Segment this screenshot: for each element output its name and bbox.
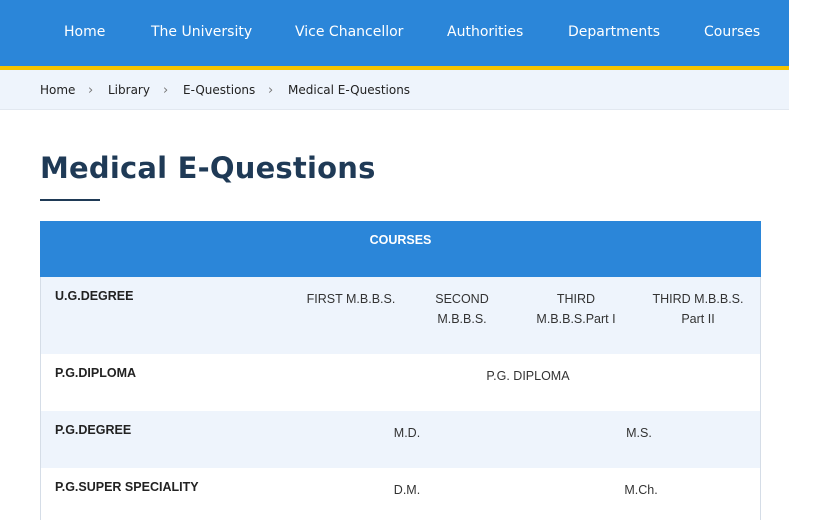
breadcrumb-current: Medical E-Questions xyxy=(288,83,411,97)
nav-the-university[interactable]: The University xyxy=(151,0,252,66)
breadcrumb-separator-icon: › xyxy=(88,83,94,98)
breadcrumb-separator-icon: › xyxy=(268,83,274,98)
course-link-pg-diploma[interactable]: P.G. DIPLOMA xyxy=(468,366,588,386)
page-title: Medical E-Questions xyxy=(40,151,376,185)
course-link-mch[interactable]: M.Ch. xyxy=(601,480,681,500)
table-row-ug-degree: U.G.DEGREE FIRST M.B.B.S. SECOND M.B.B.S… xyxy=(40,277,761,354)
table-right-border xyxy=(760,277,761,520)
table-row-pg-diploma: P.G.DIPLOMA P.G. DIPLOMA xyxy=(40,354,761,411)
nav-authorities[interactable]: Authorities xyxy=(447,0,523,66)
row-label: P.G.SUPER SPECIALITY xyxy=(55,480,199,494)
row-label: P.G.DEGREE xyxy=(55,423,132,437)
course-link-third-mbbs-part-1[interactable]: THIRD M.B.B.S.Part I xyxy=(526,289,626,329)
table-row-pg-super-speciality: P.G.SUPER SPECIALITY D.M. M.Ch. xyxy=(40,468,761,520)
nav-departments[interactable]: Departments xyxy=(568,0,660,66)
course-link-third-mbbs-part-2[interactable]: THIRD M.B.B.S. Part II xyxy=(644,289,752,329)
row-label: U.G.DEGREE xyxy=(55,289,134,303)
nav-vice-chancellor[interactable]: Vice Chancellor xyxy=(295,0,403,66)
table-row-pg-degree: P.G.DEGREE M.D. M.S. xyxy=(40,411,761,468)
breadcrumb-e-questions[interactable]: E-Questions xyxy=(183,70,255,110)
breadcrumb-library[interactable]: Library xyxy=(108,70,150,110)
breadcrumb-separator-icon: › xyxy=(163,83,169,98)
course-link-ms[interactable]: M.S. xyxy=(599,423,679,443)
top-navigation: Home The University Vice Chancellor Auth… xyxy=(0,0,789,66)
title-underline xyxy=(40,199,100,201)
course-link-second-mbbs[interactable]: SECOND M.B.B.S. xyxy=(418,289,506,329)
table-header: COURSES xyxy=(40,221,761,277)
nav-home[interactable]: Home xyxy=(64,0,105,66)
breadcrumb-home[interactable]: Home xyxy=(40,70,75,110)
table-left-border xyxy=(40,277,41,520)
course-link-dm[interactable]: D.M. xyxy=(367,480,447,500)
course-link-text[interactable]: FIRST M.B.B.S. xyxy=(307,292,396,306)
course-link-md[interactable]: M.D. xyxy=(367,423,447,443)
breadcrumb: Home › Library › E-Questions › Medical E… xyxy=(0,70,789,110)
nav-courses[interactable]: Courses xyxy=(704,0,760,66)
row-label: P.G.DIPLOMA xyxy=(55,366,137,380)
course-link-first-mbbs[interactable]: FIRST M.B.B.S. xyxy=(298,289,404,309)
courses-table: COURSES U.G.DEGREE FIRST M.B.B.S. SECOND… xyxy=(40,221,761,520)
